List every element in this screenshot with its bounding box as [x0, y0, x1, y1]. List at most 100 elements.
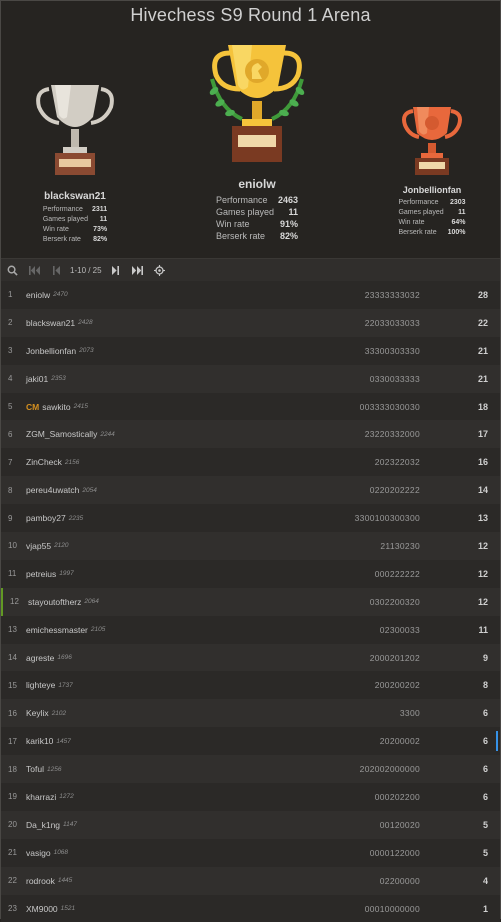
page-title: Hivechess S9 Round 1 Arena [130, 5, 371, 25]
tournament-window: Hivechess S9 Round 1 Arena blackswan21 P… [0, 0, 501, 922]
table-row[interactable]: 23 XM9000 1521 00010000000 1 [1, 894, 500, 922]
stat-label: Games played [215, 207, 274, 217]
player-title-badge: CM [26, 401, 40, 412]
second-place-name[interactable]: blackswan21 [25, 191, 125, 202]
table-row[interactable]: 9 pamboy27 2235 3300100300300 13 [1, 504, 500, 533]
player-name[interactable]: Toful [26, 764, 44, 774]
first-place-name[interactable]: eniolw [201, 177, 313, 191]
player-rating: 2244 [100, 430, 115, 438]
player-name[interactable]: XM9000 [26, 904, 58, 914]
stat-value: 2311 [91, 206, 108, 213]
player-name[interactable]: vasigo [26, 848, 51, 858]
table-row[interactable]: 7 ZinCheck 2156 202322032 16 [1, 448, 500, 477]
table-row[interactable]: 15 lighteye 1737 200200202 8 [1, 671, 500, 700]
player-name[interactable]: vjap55 [26, 541, 51, 551]
table-row[interactable]: 22 rodrook 1445 02200000 4 [1, 866, 500, 895]
stat-label: Win rate [215, 219, 250, 229]
table-row[interactable]: 5 CM sawkito 2415 003333030030 18 [1, 392, 500, 421]
player-name[interactable]: jaki01 [26, 374, 48, 384]
player-name[interactable]: kharrazi [26, 792, 56, 802]
last-page-button[interactable] [127, 259, 149, 281]
player-name[interactable]: emichessmaster [26, 625, 88, 635]
last-page-icon [132, 265, 144, 275]
player-name[interactable]: blackswan21 [26, 318, 75, 328]
score-sheet: 2000201202 [369, 652, 420, 663]
stat-value: 64% [451, 219, 466, 226]
total-score: 5 [482, 847, 488, 858]
total-score: 21 [477, 345, 488, 356]
stat-label: Performance [215, 195, 268, 205]
score-sheet: 02200000 [379, 875, 420, 886]
player-name[interactable]: ZGM_Samostically [26, 429, 97, 439]
score-sheet: 000222222 [374, 568, 420, 579]
table-row[interactable]: 18 Toful 1256 202002000000 6 [1, 755, 500, 784]
locate-me-icon [154, 264, 166, 276]
player-name[interactable]: agreste [26, 653, 54, 663]
score-sheet: 22033033033 [364, 317, 420, 328]
player-rank: 11 [8, 569, 17, 579]
player-rank: 12 [10, 597, 19, 607]
table-row[interactable]: 13 emichessmaster 2105 02300033 11 [1, 615, 500, 644]
table-row[interactable]: 3 Jonbellionfan 2073 33300303330 21 [1, 336, 500, 365]
total-score: 6 [482, 736, 488, 747]
table-row[interactable]: 11 petreius 1997 000222222 12 [1, 559, 500, 588]
player-name[interactable]: karik10 [26, 736, 53, 746]
player-name[interactable]: ZinCheck [26, 457, 62, 467]
player-rating: 1147 [63, 821, 78, 829]
table-row[interactable]: 8 pereu4uwatch 2054 0220202222 14 [1, 476, 500, 505]
score-sheet: 0302200320 [369, 596, 420, 607]
player-name[interactable]: eniolw [26, 290, 50, 300]
player-name[interactable]: Keylix [26, 708, 49, 718]
score-sheet: 20200002 [379, 736, 420, 747]
player-rank: 9 [8, 513, 13, 523]
score-sheet: 02300033 [379, 624, 420, 635]
score-sheet: 3300 [399, 708, 420, 719]
player-rating: 2470 [53, 291, 68, 299]
player-rating: 1256 [46, 765, 62, 773]
table-row[interactable]: 14 agreste 1696 2000201202 9 [1, 643, 500, 672]
table-row[interactable]: 21 vasigo 1068 0000122000 5 [1, 838, 500, 867]
player-name[interactable]: stayoutoftherz [28, 597, 81, 607]
table-row[interactable]: 1 eniolw 2470 23333333032 28 [1, 281, 500, 309]
total-score: 13 [477, 513, 488, 524]
player-name[interactable]: rodrook [26, 876, 55, 886]
stat-label: Games played [398, 209, 444, 216]
total-score: 9 [482, 652, 488, 663]
player-name[interactable]: sawkito [42, 402, 70, 412]
table-row[interactable]: 16 Keylix 2102 3300 6 [1, 699, 500, 728]
player-name[interactable]: pereu4uwatch [26, 485, 79, 495]
total-score: 14 [477, 485, 488, 496]
player-name[interactable]: pamboy27 [26, 513, 66, 523]
table-row[interactable]: 17 karik10 1457 20200002 6 [1, 727, 500, 756]
player-name[interactable]: petreius [26, 569, 56, 579]
player-name[interactable]: Da_k1ng [26, 820, 60, 830]
third-place-name[interactable]: Jonbellionfan [387, 185, 477, 195]
stat-value: 100% [447, 229, 466, 236]
table-row[interactable]: 12 stayoutoftherz 2064 0302200320 12 [1, 587, 500, 616]
player-rank: 19 [8, 792, 17, 802]
score-sheet: 3300100300300 [354, 513, 420, 524]
player-rating: 2415 [73, 403, 89, 410]
table-row[interactable]: 2 blackswan21 2428 22033033033 22 [1, 308, 500, 337]
stat-label: Win rate [42, 226, 69, 233]
next-page-button[interactable] [105, 259, 127, 281]
player-rank: 23 [8, 904, 17, 914]
table-row[interactable]: 10 vjap55 2120 21130230 12 [1, 532, 500, 560]
table-row[interactable]: 6 ZGM_Samostically 2244 23220332000 17 [1, 420, 500, 449]
stat-label: Performance [398, 199, 439, 206]
first-page-button[interactable] [23, 259, 45, 281]
table-row[interactable]: 4 jaki01 2353 0330033333 21 [1, 364, 500, 393]
table-row[interactable]: 19 kharrazi 1272 000202200 6 [1, 783, 500, 811]
player-rating: 2235 [68, 514, 84, 522]
table-row[interactable]: 20 Da_k1ng 1147 00120020 5 [1, 810, 500, 839]
player-rank: 6 [8, 429, 13, 439]
first-place-stats: Performance 2463 Games played 11 Win rate 9… [214, 194, 300, 242]
player-name[interactable]: Jonbellionfan [26, 346, 76, 356]
prev-page-button[interactable] [45, 259, 67, 281]
score-sheet: 21130230 [380, 540, 420, 551]
player-name[interactable]: lighteye [26, 680, 55, 690]
pagination-bar: 1-10 / 25 [1, 258, 500, 282]
search-button[interactable] [1, 259, 23, 281]
locate-me-button[interactable] [149, 259, 171, 281]
stat-value: 11 [458, 209, 466, 216]
